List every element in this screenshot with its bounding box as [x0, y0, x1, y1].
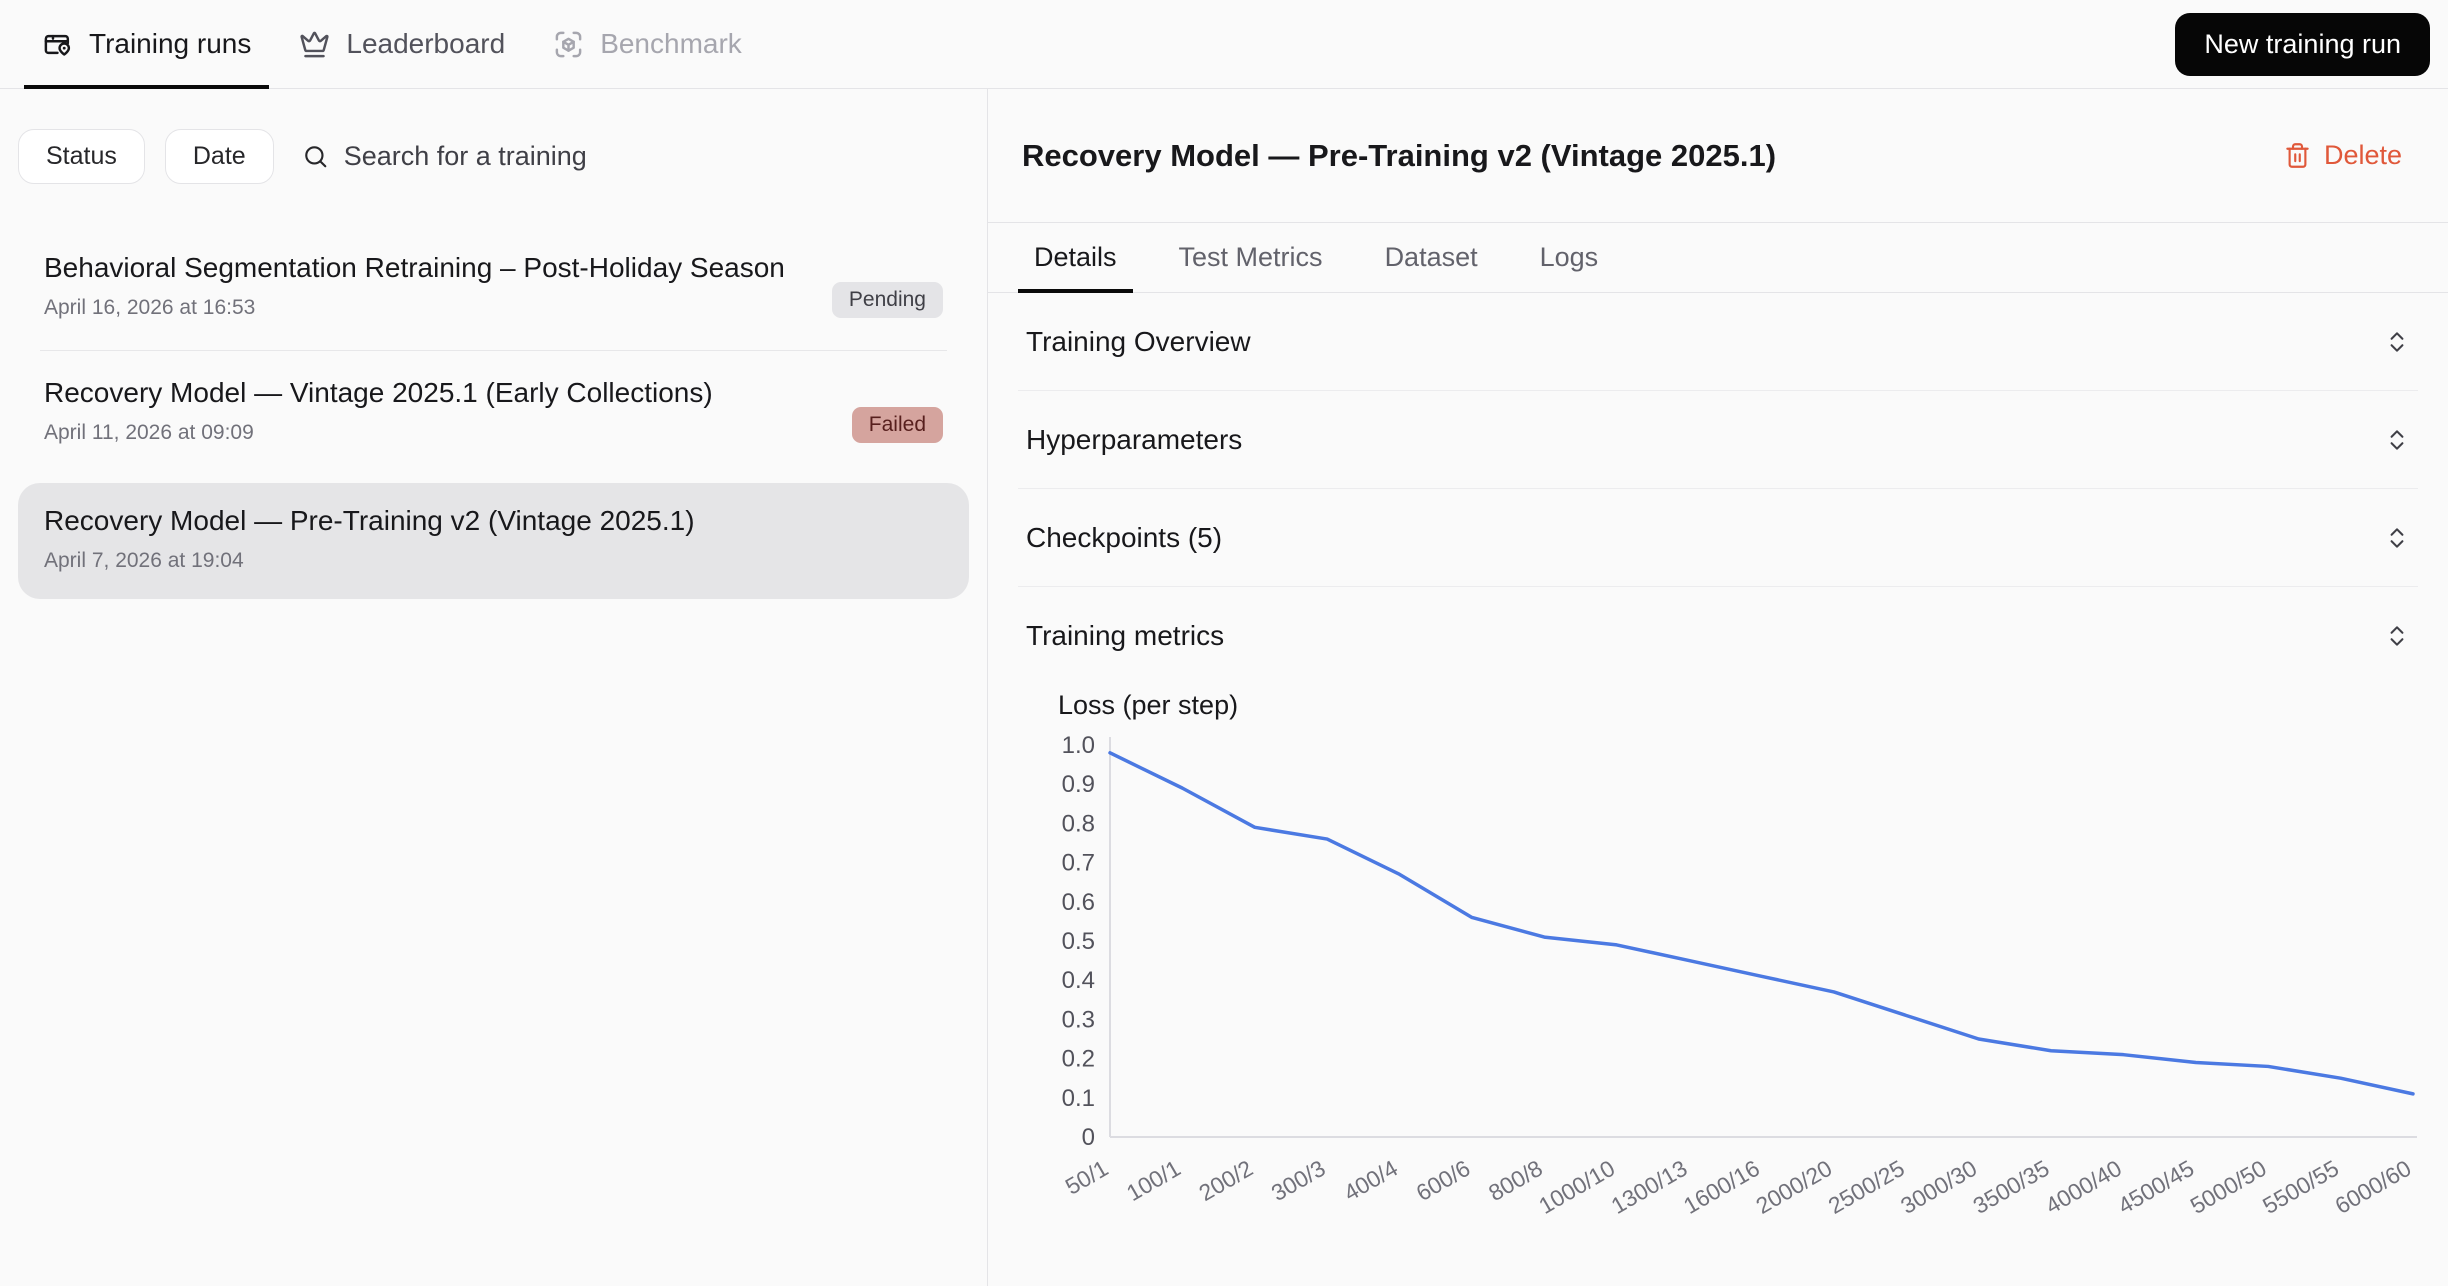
nav-label-training-runs: Training runs [89, 28, 252, 59]
tab-logs[interactable]: Logs [1522, 223, 1617, 292]
accordion-label: Checkpoints (5) [1026, 521, 1223, 553]
detail-header: Recovery Model — Pre-Training v2 (Vintag… [988, 89, 2448, 223]
detail-tabs: Details Test Metrics Dataset Logs [988, 223, 2448, 293]
nav-item-leaderboard[interactable]: Leaderboard [275, 0, 529, 88]
run-detail-title: Recovery Model — Pre-Training v2 (Vintag… [1022, 137, 1777, 173]
svg-text:1300/13: 1300/13 [1607, 1155, 1692, 1219]
run-item-text: Recovery Model — Pre-Training v2 (Vintag… [44, 505, 695, 573]
accordion-training-overview[interactable]: Training Overview [988, 293, 2448, 390]
svg-text:0.6: 0.6 [1062, 889, 1095, 916]
svg-text:3000/30: 3000/30 [1896, 1155, 1981, 1219]
svg-text:1000/10: 1000/10 [1534, 1155, 1619, 1219]
main-layout: Status Date Behavioral Segmentation Retr… [0, 89, 2448, 1286]
svg-text:0.8: 0.8 [1062, 810, 1095, 837]
run-title: Behavioral Segmentation Retraining – Pos… [44, 252, 785, 283]
search-box [302, 141, 969, 172]
accordion-label: Training Overview [1026, 325, 1251, 357]
svg-text:200/2: 200/2 [1194, 1155, 1257, 1206]
training-runs-sidebar: Status Date Behavioral Segmentation Retr… [0, 89, 988, 1286]
svg-text:100/1: 100/1 [1122, 1155, 1185, 1206]
svg-text:0.2: 0.2 [1062, 1046, 1095, 1073]
nav-label-benchmark: Benchmark [600, 28, 742, 59]
nav-item-training-runs[interactable]: Training runs [18, 0, 275, 89]
package-pin-icon [44, 34, 71, 56]
svg-text:2500/25: 2500/25 [1824, 1155, 1909, 1219]
run-divider [40, 350, 947, 351]
chevrons-up-down-icon [2390, 429, 2404, 450]
svg-text:0.5: 0.5 [1062, 928, 1095, 955]
run-date: April 7, 2026 at 19:04 [44, 549, 244, 572]
status-filter-button[interactable]: Status [18, 129, 145, 184]
run-list-item[interactable]: Behavioral Segmentation Retraining – Pos… [18, 230, 969, 346]
header-spacer [766, 0, 2176, 88]
svg-text:0.9: 0.9 [1062, 771, 1095, 798]
delete-label: Delete [2323, 140, 2402, 170]
search-icon [304, 146, 327, 168]
svg-text:300/3: 300/3 [1267, 1155, 1330, 1206]
svg-text:0.3: 0.3 [1062, 1006, 1095, 1033]
svg-text:1600/16: 1600/16 [1679, 1155, 1764, 1219]
run-title: Recovery Model — Pre-Training v2 (Vintag… [44, 505, 695, 536]
new-training-run-button[interactable]: New training run [2175, 12, 2430, 76]
trash-icon [2286, 143, 2309, 168]
loss-chart: 1.0 0.9 0.8 0.7 0.6 0.5 0.4 0.3 0.2 0.1 0 50/1 100/1… [1028, 721, 2448, 1266]
nav-label-leaderboard: Leaderboard [346, 28, 506, 59]
svg-text:0.4: 0.4 [1062, 967, 1095, 994]
chart-title: Loss (per step) [1058, 690, 1239, 720]
svg-text:5500/55: 5500/55 [2258, 1155, 2343, 1219]
run-gap [18, 471, 969, 483]
run-list-item-selected[interactable]: Recovery Model — Pre-Training v2 (Vintag… [18, 483, 969, 599]
svg-text:0.1: 0.1 [1062, 1085, 1095, 1112]
svg-text:4000/40: 4000/40 [2041, 1155, 2126, 1219]
status-badge: Pending [831, 282, 943, 318]
chevrons-up-down-icon [2390, 527, 2404, 548]
svg-text:6000/60: 6000/60 [2330, 1155, 2415, 1219]
date-filter-button[interactable]: Date [164, 129, 274, 184]
filter-row: Status Date [18, 129, 969, 184]
nav-item-benchmark[interactable]: Benchmark [529, 0, 766, 88]
run-item-text: Behavioral Segmentation Retraining – Pos… [44, 252, 785, 320]
svg-text:2000/20: 2000/20 [1751, 1155, 1836, 1219]
chevrons-up-down-icon [2390, 331, 2404, 352]
svg-text:5000/50: 5000/50 [2186, 1155, 2271, 1219]
svg-text:0: 0 [1082, 1124, 1095, 1151]
status-badge: Failed [851, 407, 943, 443]
run-list-item[interactable]: Recovery Model — Vintage 2025.1 (Early C… [18, 355, 969, 471]
loss-line-chart: 1.0 0.9 0.8 0.7 0.6 0.5 0.4 0.3 0.2 0.1 0 50/1 100/1… [1061, 732, 2417, 1219]
svg-text:3500/35: 3500/35 [1969, 1155, 2054, 1219]
chevrons-up-down-icon [2390, 625, 2404, 646]
tab-dataset[interactable]: Dataset [1367, 223, 1496, 292]
cube-scan-icon [555, 31, 582, 57]
accordion-hyperparameters[interactable]: Hyperparameters [988, 391, 2448, 488]
svg-text:600/6: 600/6 [1412, 1155, 1475, 1206]
app-header: Training runs Leaderboard Benchmark New … [0, 0, 2448, 89]
svg-text:1.0: 1.0 [1062, 732, 1095, 759]
run-detail-panel: Recovery Model — Pre-Training v2 (Vintag… [988, 89, 2448, 1286]
delete-run-button[interactable]: Delete [2284, 140, 2402, 171]
tab-details[interactable]: Details [1016, 223, 1135, 293]
svg-text:400/4: 400/4 [1339, 1155, 1402, 1206]
accordion-checkpoints[interactable]: Checkpoints (5) [988, 489, 2448, 586]
run-item-text: Recovery Model — Vintage 2025.1 (Early C… [44, 377, 713, 445]
accordion-training-metrics[interactable]: Training metrics [988, 587, 2448, 684]
svg-text:4500/45: 4500/45 [2113, 1155, 2198, 1219]
tab-test-metrics[interactable]: Test Metrics [1161, 223, 1341, 292]
search-input[interactable] [343, 141, 969, 172]
run-title: Recovery Model — Vintage 2025.1 (Early C… [44, 377, 713, 408]
run-date: April 11, 2026 at 09:09 [44, 421, 254, 444]
run-date: April 16, 2026 at 16:53 [44, 296, 256, 319]
svg-text:50/1: 50/1 [1061, 1155, 1113, 1200]
svg-text:0.7: 0.7 [1062, 850, 1095, 877]
run-list: Behavioral Segmentation Retraining – Pos… [18, 230, 969, 599]
accordion-label: Hyperparameters [1026, 423, 1243, 455]
accordion-label: Training metrics [1026, 619, 1225, 651]
crown-icon [300, 31, 329, 57]
